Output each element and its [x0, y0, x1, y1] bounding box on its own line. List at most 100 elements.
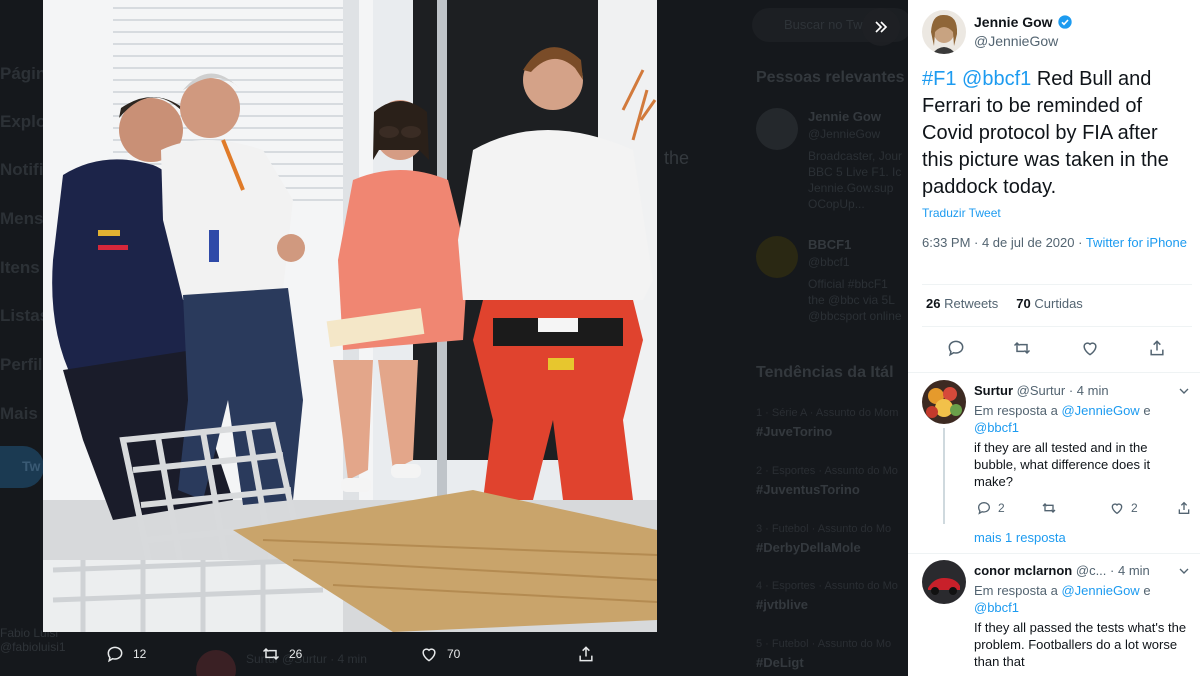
share-icon [579, 646, 593, 662]
retweet-icon [262, 647, 280, 661]
tweet-body: Red Bull and Ferrari to be reminded of C… [922, 68, 1169, 198]
thread-line [943, 428, 945, 524]
bg-trend-tag: #JuveTorino [756, 424, 833, 439]
bg-trend-meta: 4 · Esportes · Assunto do Mo [756, 580, 898, 592]
tweet-author[interactable]: Jennie Gow @JennieGow [922, 10, 1192, 54]
reply-icon [107, 646, 123, 663]
bg-relevant-handle: @JennieGow [808, 127, 881, 141]
tweet-photo[interactable] [43, 0, 657, 632]
reply-prefix: Em resposta a [974, 583, 1058, 598]
reply-text: if they are all tested and in the bubble… [974, 440, 1151, 489]
divider [908, 553, 1200, 554]
reply-author-name[interactable]: conor mclarnon [974, 563, 1072, 578]
photo-reply-button[interactable]: 12 [105, 644, 146, 664]
photo-reply-count: 12 [133, 647, 147, 661]
reply-avatar-image [922, 380, 966, 424]
reply-reply-count: 2 [998, 501, 1005, 515]
bg-trend-meta: 2 · Esportes · Assunto do Mo [756, 465, 898, 477]
bg-trend-tag: #DeLigt [756, 655, 804, 670]
reply-mention[interactable]: @bbcf1 [974, 600, 1019, 615]
bg-relevant-bio: Official #bbcF1 [808, 277, 888, 291]
photo-like-button[interactable]: 70 [419, 644, 460, 664]
collapse-panel-button[interactable] [862, 8, 900, 46]
bg-relevant-bio: Jennie.Gow.sup [808, 181, 894, 195]
share-icon [1178, 501, 1190, 514]
photo-action-bar: 12 26 70 [43, 632, 657, 676]
bg-side-text: the [664, 148, 690, 168]
tweet-timestamp[interactable]: 6:33 PM · 4 de jul de 2020 · [922, 235, 1082, 250]
bg-nav-more: Mais [0, 404, 38, 423]
reply-prefix: Em resposta a [974, 403, 1058, 418]
reply-avatar[interactable] [922, 560, 966, 604]
heart-icon [1083, 342, 1097, 356]
likes-stat[interactable]: 70 Curtidas [1016, 296, 1083, 311]
bg-relevant-bio: Broadcaster, Jour [808, 149, 903, 163]
bg-trends-heading: Tendências da Itál [756, 364, 894, 381]
author-avatar[interactable] [922, 10, 966, 54]
retweets-stat[interactable]: 26 Retweets [926, 296, 998, 311]
reply-time[interactable]: · 4 min [1110, 563, 1150, 578]
tweet-hashtag[interactable]: #F1 [922, 68, 956, 90]
photo-illustration [43, 0, 657, 632]
double-chevron-right-icon [875, 21, 888, 33]
reply-and: e [1143, 403, 1151, 418]
divider [908, 372, 1200, 373]
reply-retweet-button[interactable] [1041, 500, 1057, 516]
bg-relevant-name: Jennie Gow [808, 109, 881, 124]
translate-tweet-link[interactable]: Traduzir Tweet [922, 206, 1001, 220]
reply-text: If they all passed the tests what's the … [974, 620, 1187, 669]
bg-relevant-avatar [756, 108, 798, 150]
reply-author-handle: @Surtur [1016, 383, 1066, 398]
likes-count: 70 [1016, 296, 1031, 311]
reply-icon [977, 501, 991, 515]
retweet-button[interactable] [1012, 338, 1034, 360]
chevron-down-icon[interactable] [1176, 383, 1192, 399]
bg-relevant-name: BBCF1 [808, 237, 852, 252]
bg-tweet-button: Tw [0, 446, 44, 488]
like-button[interactable] [1080, 338, 1102, 360]
share-icon [1150, 340, 1164, 356]
reply-and: e [1143, 583, 1151, 598]
retweet-icon [1013, 341, 1031, 355]
reply-icon [948, 340, 964, 357]
reply-share-button[interactable] [1176, 500, 1192, 516]
photo-share-button[interactable] [576, 644, 596, 664]
bg-tweet-button-label: Tw [22, 458, 41, 474]
reply-time[interactable]: · 4 min [1069, 383, 1109, 398]
tweet-mention[interactable]: @bbcf1 [962, 68, 1031, 90]
reply-like-button[interactable]: 2 [1109, 500, 1138, 516]
bg-trend-tag: #jvtblive [756, 597, 809, 612]
reply-author-name[interactable]: Surtur [974, 383, 1013, 398]
tweet-source[interactable]: Twitter for iPhone [1086, 235, 1187, 250]
reply-avatar[interactable] [922, 380, 966, 424]
chevron-down-icon[interactable] [1176, 563, 1192, 579]
bg-relevant-avatar [756, 236, 798, 278]
bg-trend-meta: 3 · Futebol · Assunto do Mo [756, 523, 892, 535]
heart-icon [422, 648, 436, 662]
bg-nav-profile: Perfil [0, 355, 43, 374]
bg-relevant-heading: Pessoas relevantes [756, 69, 905, 86]
reply-mention[interactable]: @bbcf1 [974, 420, 1019, 435]
heart-icon [1111, 503, 1123, 515]
share-button[interactable] [1147, 338, 1169, 360]
retweets-label: Retweets [944, 296, 999, 311]
bg-relevant-bio: the @bbc via 5L [808, 293, 895, 307]
tweet-meta: 6:33 PM · 4 de jul de 2020 · Twitter for… [922, 234, 1192, 252]
bg-search-placeholder: Buscar no Tw [784, 17, 863, 32]
reply-mention[interactable]: @JennieGow [1061, 583, 1139, 598]
divider [922, 326, 1192, 327]
reply-avatar-image [922, 560, 966, 604]
photo-retweet-button[interactable]: 26 [261, 644, 302, 664]
retweets-count: 26 [926, 296, 941, 311]
reply-button[interactable] [946, 338, 968, 360]
bg-relevant-bio: @bbcsport online [808, 309, 902, 323]
reply-context: Em resposta a @JennieGow e @bbcf1 [974, 582, 1192, 616]
author-avatar-image [922, 10, 966, 54]
bg-nav-notifications: Notifi [0, 160, 44, 179]
reply-mention[interactable]: @JennieGow [1061, 403, 1139, 418]
author-name-row: Jennie Gow [974, 14, 1073, 30]
reply-like-count: 2 [1131, 501, 1138, 515]
tweet-actions [908, 338, 1200, 362]
reply-reply-button[interactable]: 2 [976, 500, 1005, 516]
show-more-replies-link[interactable]: mais 1 resposta [974, 530, 1066, 545]
